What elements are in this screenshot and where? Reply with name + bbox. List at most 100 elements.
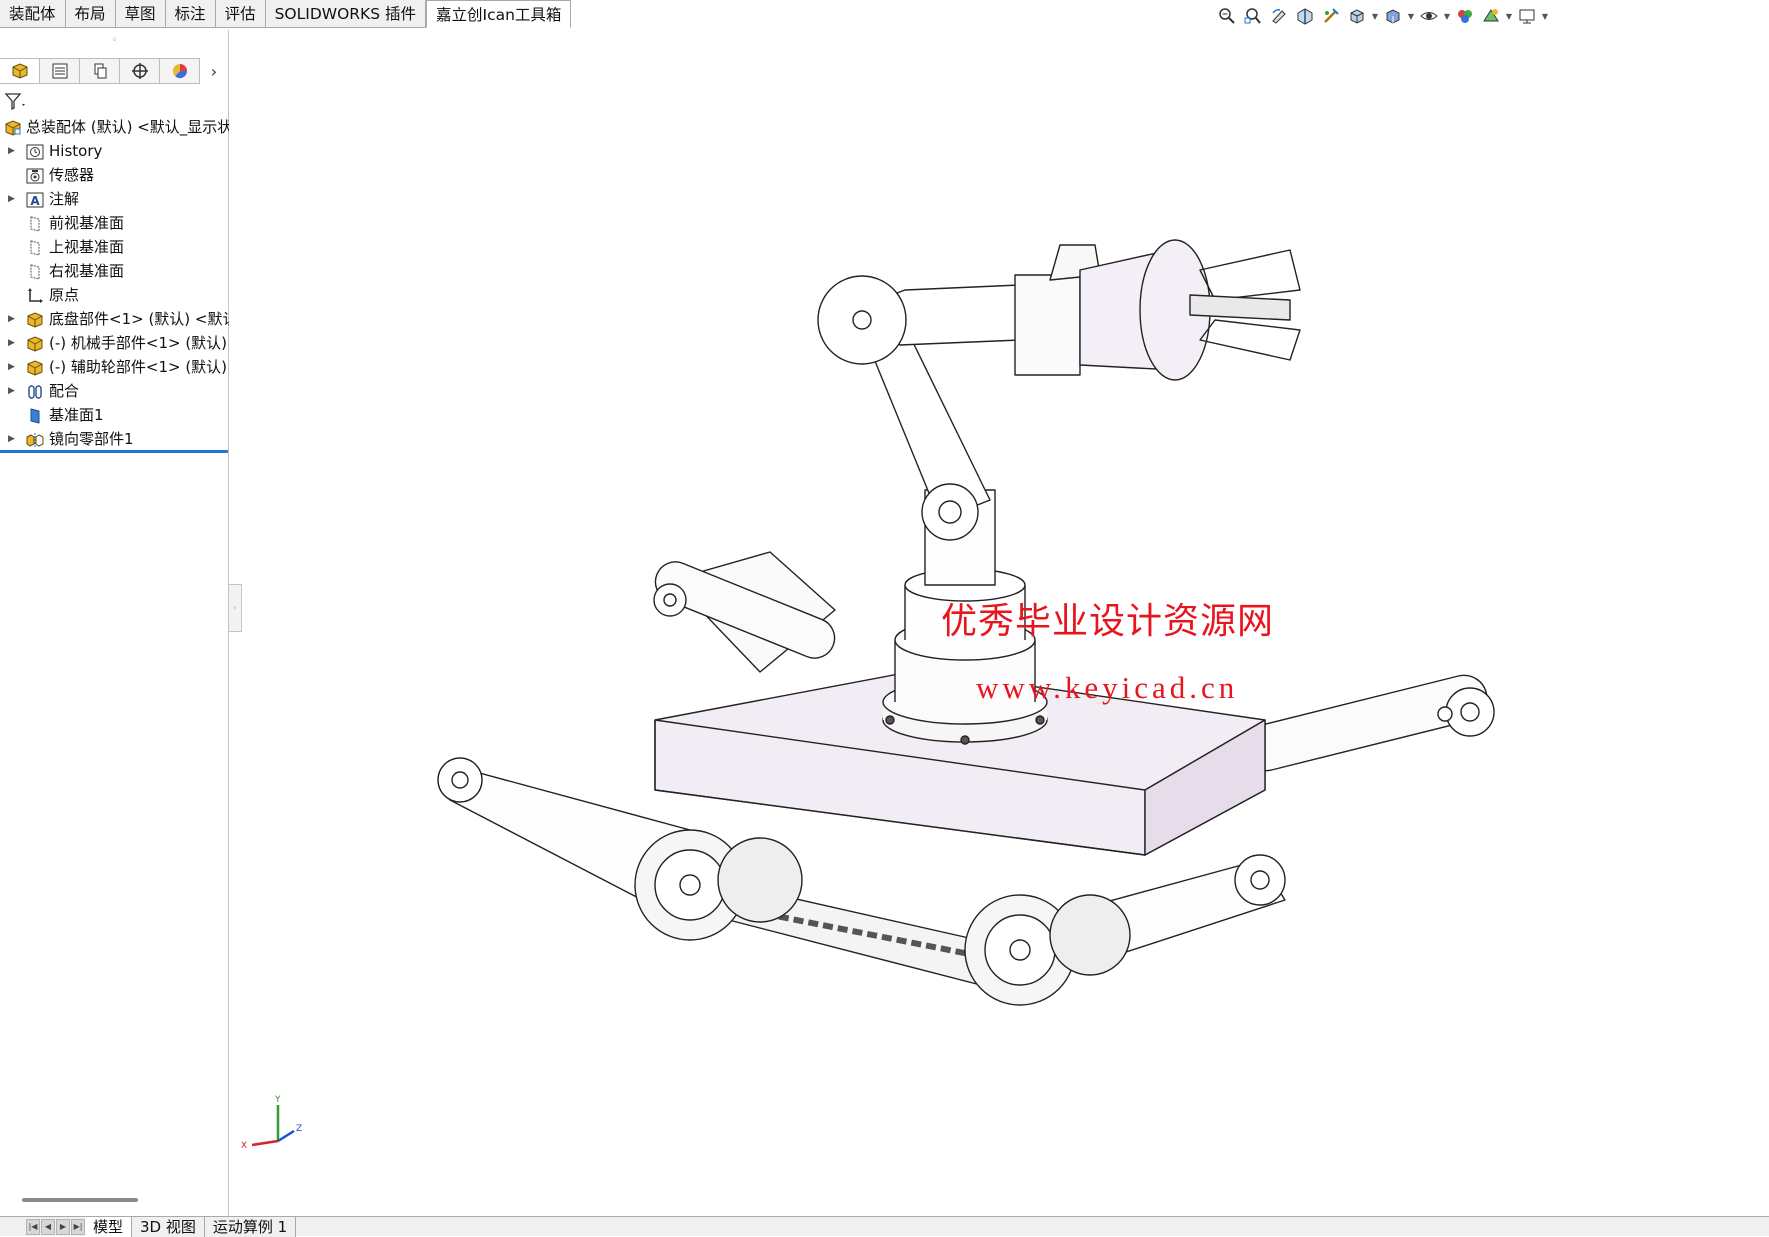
subassembly-icon (26, 311, 44, 328)
tree-item-label: 原点 (49, 286, 80, 304)
tree-item-history[interactable]: ▶ History (0, 139, 229, 163)
tab-jlc-toolbox[interactable]: 嘉立创Ican工具箱 (426, 0, 572, 28)
triad-z-label: Z (296, 1124, 302, 1134)
tree-item-origin[interactable]: 原点 (0, 283, 229, 307)
chevron-right-icon[interactable]: ▶ (8, 187, 18, 211)
origin-icon (26, 287, 44, 303)
chevron-down-icon[interactable]: ▼ (1443, 5, 1451, 27)
section-view-icon[interactable] (1293, 5, 1317, 27)
tree-item-label: 上视基准面 (49, 238, 125, 256)
chevron-right-icon[interactable]: ▶ (8, 355, 18, 379)
mirror-component-icon (26, 431, 44, 447)
tree-item-sensors[interactable]: 传感器 (0, 163, 229, 187)
assembly-icon (4, 119, 22, 136)
chevron-right-icon[interactable]: ▶ (8, 139, 18, 163)
first-tab-icon[interactable]: |◀ (26, 1219, 40, 1235)
chevron-right-icon[interactable]: ▶ (8, 331, 18, 355)
tree-item-plane1[interactable]: 基准面1 (0, 403, 229, 427)
edit-appearance-icon[interactable] (1453, 5, 1477, 27)
tree-item-right-plane[interactable]: 右视基准面 (0, 259, 229, 283)
tree-item-label: History (49, 142, 103, 160)
previous-tab-icon[interactable]: ◀ (41, 1219, 55, 1235)
watermark-url: www.keyicad.cn (976, 670, 1239, 705)
tree-item-front-plane[interactable]: 前视基准面 (0, 211, 229, 235)
manager-tabs: › (0, 58, 229, 84)
displaymanager-icon[interactable] (160, 58, 200, 84)
next-tab-icon[interactable]: ▶ (56, 1219, 70, 1235)
mates-icon (26, 383, 44, 399)
dynamic-annotation-icon[interactable] (1319, 5, 1343, 27)
dimxpertmanager-icon[interactable] (120, 58, 160, 84)
chevron-right-icon[interactable]: ▶ (8, 379, 18, 403)
tree-item-top-plane[interactable]: 上视基准面 (0, 235, 229, 259)
tree-item-label: 右视基准面 (49, 262, 125, 280)
horizontal-scrollbar[interactable] (22, 1198, 138, 1202)
reference-triad-icon: Y X Z (241, 1095, 302, 1151)
panel-grip-icon[interactable]: ◦ (0, 30, 229, 54)
bottom-tab-bar: |◀ ◀ ▶ ▶| 模型 3D 视图 运动算例 1 (0, 1216, 1769, 1237)
tree-item-label: (-) 机械手部件<1> (默认) < (49, 334, 229, 352)
last-tab-icon[interactable]: ▶| (71, 1219, 85, 1235)
plane-icon (26, 239, 44, 256)
tree-item-mates[interactable]: ▶ 配合 (0, 379, 229, 403)
propertymanager-icon[interactable] (40, 58, 80, 84)
heads-up-view-toolbar: ▼ ▼ ▼ ▼ ▼ (1215, 4, 1549, 28)
chevron-down-icon[interactable]: ▼ (1371, 5, 1379, 27)
display-style-icon[interactable] (1381, 5, 1405, 27)
rear-right-track-arm (1242, 674, 1495, 772)
view-settings-icon[interactable] (1515, 5, 1539, 27)
tab-evaluate[interactable]: 评估 (215, 0, 266, 28)
tree-item-mirror-component1[interactable]: ▶ 镜向零部件1 (0, 427, 229, 451)
view-orientation-icon[interactable] (1345, 5, 1369, 27)
tree-item-manipulator-assembly[interactable]: ▶ (-) 机械手部件<1> (默认) < (0, 331, 229, 355)
chevron-down-icon[interactable]: ▼ (1505, 5, 1513, 27)
tab-layout[interactable]: 布局 (65, 0, 116, 28)
configurationmanager-icon[interactable] (80, 58, 120, 84)
feature-manager-panel: ◦ › 总装配体 (默认) <默认_显示状 ▶ History 传感器 ▶ A … (0, 30, 229, 1216)
tree-item-auxiliary-wheel-assembly[interactable]: ▶ (-) 辅助轮部件<1> (默认) < (0, 355, 229, 379)
tree-item-label: 基准面1 (49, 406, 104, 424)
tab-solidworks-addins[interactable]: SOLIDWORKS 插件 (265, 0, 426, 28)
apply-scene-icon[interactable] (1479, 5, 1503, 27)
watermark-title: 优秀毕业设计资源网 (941, 601, 1275, 642)
tab-3d-views[interactable]: 3D 视图 (132, 1217, 205, 1237)
tree-item-label: 底盘部件<1> (默认) <默认 (49, 310, 229, 328)
plane-icon (26, 215, 44, 232)
tab-motion-study-1[interactable]: 运动算例 1 (204, 1217, 297, 1237)
zoom-to-fit-icon[interactable] (1215, 5, 1239, 27)
previous-view-icon[interactable] (1267, 5, 1291, 27)
graphics-area[interactable]: 优秀毕业设计资源网 www.keyicad.cn (231, 30, 1769, 1216)
tree-filter[interactable] (4, 90, 225, 114)
triad-y-label: Y (274, 1095, 281, 1105)
chevron-down-icon[interactable]: ▼ (1407, 5, 1415, 27)
rollback-bar[interactable] (0, 450, 228, 453)
chevron-right-icon[interactable]: ▶ (8, 307, 18, 331)
tree-root-assembly[interactable]: 总装配体 (默认) <默认_显示状 (0, 115, 229, 139)
sensor-icon (26, 167, 44, 184)
tree-item-label: 配合 (49, 382, 80, 400)
tab-model[interactable]: 模型 (85, 1217, 133, 1237)
command-manager-tabs: 装配体 布局 草图 标注 评估 SOLIDWORKS 插件 嘉立创Ican工具箱 (0, 0, 572, 28)
zoom-to-area-icon[interactable] (1241, 5, 1265, 27)
tree-item-label: 注解 (49, 190, 80, 208)
tab-markup[interactable]: 标注 (165, 0, 216, 28)
chevron-right-icon[interactable]: › (200, 58, 228, 84)
subassembly-icon (26, 335, 44, 352)
chevron-down-icon[interactable]: ▼ (1541, 5, 1549, 27)
tab-assembly[interactable]: 装配体 (0, 0, 66, 28)
chevron-right-icon[interactable]: ▶ (8, 427, 18, 451)
tree-item-label: 总装配体 (默认) <默认_显示状 (26, 118, 229, 136)
hide-show-items-icon[interactable] (1417, 5, 1441, 27)
tree-item-chassis-assembly[interactable]: ▶ 底盘部件<1> (默认) <默认 (0, 307, 229, 331)
plane-blue-icon (26, 407, 44, 424)
feature-tree: 总装配体 (默认) <默认_显示状 ▶ History 传感器 ▶ A 注解 前… (0, 115, 229, 451)
tab-sketch[interactable]: 草图 (115, 0, 166, 28)
annotation-icon: A (26, 191, 44, 208)
filter-icon[interactable] (4, 92, 28, 112)
tree-item-label: (-) 辅助轮部件<1> (默认) < (49, 358, 229, 376)
tree-item-annotations[interactable]: ▶ A 注解 (0, 187, 229, 211)
triad-x-label: X (241, 1141, 247, 1151)
plane-icon (26, 263, 44, 280)
featuremanager-icon[interactable] (0, 58, 40, 84)
tab-scroll-arrows: |◀ ◀ ▶ ▶| (0, 1217, 85, 1237)
